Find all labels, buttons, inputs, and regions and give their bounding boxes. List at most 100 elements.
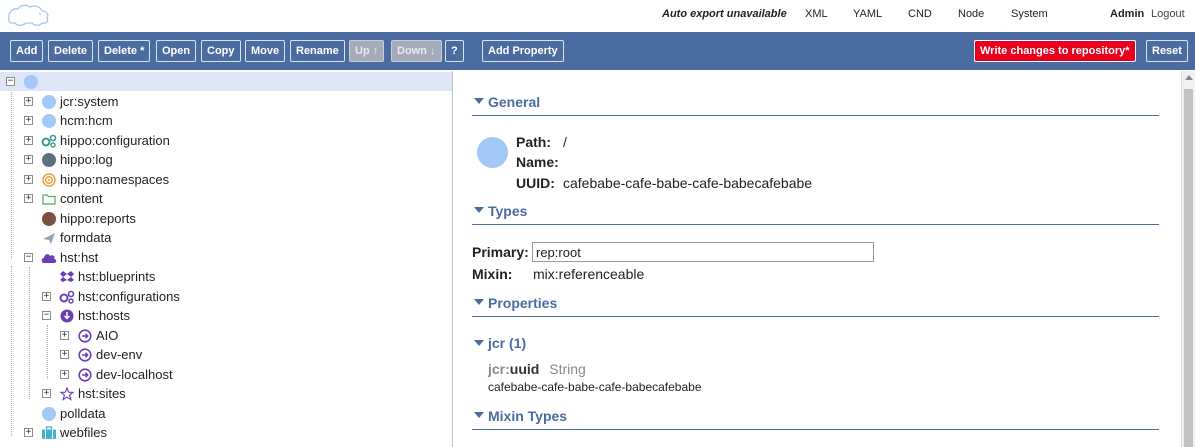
move-button[interactable]: Move [245,40,286,62]
primary-type-field[interactable] [532,242,874,262]
write-changes-button[interactable]: Write changes to repository* [974,40,1136,62]
expand-toggle[interactable]: + [60,350,69,359]
tree-node-label: hst:sites [78,386,126,401]
mixin-value: mix:referenceable [533,266,645,282]
tree-node-label: formdata [60,230,112,245]
tree-node-root[interactable]: − [0,72,452,91]
nav-yaml[interactable]: YAML [853,8,882,20]
tree-node-label: hippo:reports [60,211,136,226]
collapse-triangle-icon [474,98,484,104]
tree-node-hippo-reports[interactable]: hippo:reports [0,209,452,228]
nav-cnd[interactable]: CND [908,8,932,20]
target-icon [42,173,56,187]
tree-node-hst-sites[interactable]: + hst:sites [0,384,452,403]
section-general-header[interactable]: General [472,94,1159,116]
section-types-header[interactable]: Types [472,203,1159,225]
tree-node-webfiles[interactable]: + webfiles [0,423,452,442]
delete-button[interactable]: Delete [48,40,94,62]
tree-node-label: jcr:system [60,94,119,109]
tree-node-hst-blueprints[interactable]: hst:blueprints [0,267,452,286]
tree-node-hippo-log[interactable]: + hippo:log [0,150,452,169]
scrollbar-thumb[interactable] [1184,89,1193,447]
down-button[interactable]: Down ↓ [391,40,442,62]
help-button[interactable]: ? [445,40,464,62]
collapse-toggle[interactable]: − [6,77,15,86]
expand-toggle[interactable]: + [24,116,33,125]
add-property-button[interactable]: Add Property [482,40,564,62]
tree-node-aio[interactable]: + AIO [0,326,452,345]
tree-node-content[interactable]: + content [0,189,452,208]
expand-toggle[interactable]: + [60,331,69,340]
section-mixin-types-header[interactable]: Mixin Types [472,408,1159,430]
expand-toggle[interactable]: + [24,155,33,164]
tree-node-hst-configurations[interactable]: + hst:configurations [0,287,452,306]
node-details: General Path: / Name: UUID: cafebabe-caf… [454,71,1181,447]
detail-scrollbar[interactable] [1181,71,1195,447]
path-label: Path: [516,134,551,150]
tree-node-hippo-configuration[interactable]: + hippo:configuration [0,131,452,150]
scroll-up-arrow-icon[interactable] [1185,75,1193,80]
tree-node-label: webfiles [60,425,107,440]
tree-node-jcr-system[interactable]: + jcr:system [0,92,452,111]
delete-star-button[interactable]: Delete * [98,40,151,62]
section-title: General [488,94,541,110]
expand-toggle[interactable]: + [24,428,33,437]
property-type: String [549,361,586,377]
tree-node-hst-hosts[interactable]: − hst:hosts [0,306,452,325]
top-bar: Auto export unavailable XML YAML CND Nod… [0,0,1195,31]
circle-icon [42,212,56,226]
folder-icon [42,192,56,206]
tree-node-label: hst:hosts [78,308,131,323]
collapse-triangle-icon [474,207,484,213]
collapse-toggle[interactable]: − [24,253,33,262]
tree-node-label: hst:configurations [78,289,180,304]
logo-icon [6,3,50,30]
tree-node-label: hippo:namespaces [60,172,170,187]
mixin-label: Mixin: [472,266,513,282]
expand-toggle[interactable]: + [60,370,69,379]
circle-icon [42,95,56,109]
nav-node[interactable]: Node [958,8,984,20]
logout-link[interactable]: Logout [1151,8,1185,20]
arrow-circle-icon [78,348,92,362]
auto-export-status: Auto export unavailable [662,8,787,20]
expand-toggle[interactable]: + [24,175,33,184]
tree-node-polldata[interactable]: polldata [0,404,452,423]
tree-node-label: hippo:configuration [60,133,170,148]
expand-toggle[interactable]: + [24,136,33,145]
arrow-circle-icon [78,368,92,382]
gears-icon [41,134,57,148]
property-value: cafebabe-cafe-babe-cafe-babecafebabe [488,380,702,394]
dropbox-icon [60,270,74,284]
up-button[interactable]: Up ↑ [349,40,385,62]
paper-plane-icon [42,231,56,245]
copy-button[interactable]: Copy [201,40,241,62]
expand-toggle[interactable]: + [42,389,51,398]
circle-icon [42,407,56,421]
rename-button[interactable]: Rename [290,40,345,62]
tree-node-formdata[interactable]: formdata [0,228,452,247]
tree-node-hst-hst[interactable]: − hst:hst [0,248,452,267]
expand-toggle[interactable]: + [24,97,33,106]
node-circle-icon [477,137,508,168]
tree-node-label: hcm:hcm [60,113,113,128]
reset-button[interactable]: Reset [1146,40,1188,62]
gears-icon [59,290,75,304]
property-prefix: jcr: [488,361,510,377]
expand-toggle[interactable]: + [24,194,33,203]
tree-node-dev-localhost[interactable]: + dev-localhost [0,365,452,384]
section-properties-header[interactable]: Properties [472,295,1159,317]
tree-node-dev-env[interactable]: + dev-env [0,345,452,364]
property-uuid-header: jcr:uuid String [488,361,586,377]
add-button[interactable]: Add [10,40,44,62]
open-button[interactable]: Open [156,40,197,62]
nav-system[interactable]: System [1011,8,1048,20]
expand-toggle[interactable]: + [42,292,51,301]
tree-node-hippo-namespaces[interactable]: + hippo:namespaces [0,170,452,189]
property-group-jcr[interactable]: jcr (1) [472,335,672,355]
briefcase-icon [41,426,56,440]
collapse-toggle[interactable]: − [42,311,51,320]
tree-node-hcm-hcm[interactable]: + hcm:hcm [0,111,452,130]
nav-xml[interactable]: XML [805,8,828,20]
node-tree: − + jcr:system + hcm:hcm + hippo:configu… [0,71,453,447]
